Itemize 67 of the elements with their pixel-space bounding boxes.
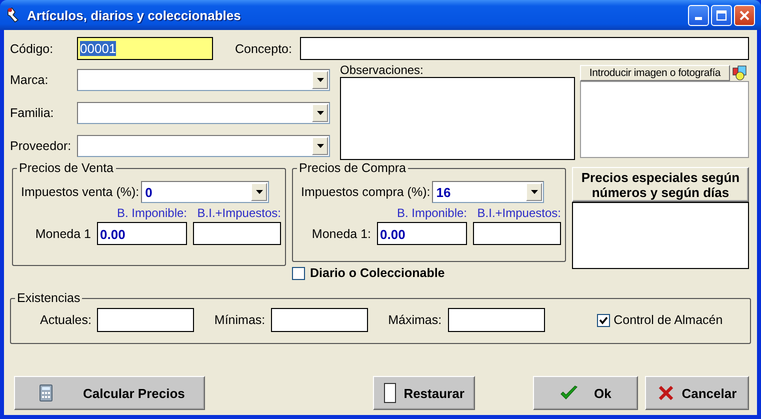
field-label: Familia: bbox=[10, 106, 55, 120]
notes-label: Observaciones: bbox=[340, 63, 424, 77]
caret-icon bbox=[530, 190, 538, 194]
minimize-button[interactable] bbox=[688, 4, 709, 26]
field-label: Máximas: bbox=[388, 313, 442, 327]
checkbox-label: Diario o Coleccionable bbox=[310, 266, 445, 280]
column-header: B.I.+Impuestos: bbox=[476, 206, 561, 220]
caret-icon bbox=[256, 190, 263, 194]
ok-button[interactable]: Ok bbox=[532, 376, 638, 410]
checkbox[interactable] bbox=[596, 314, 610, 326]
checkbox-label: Control de Almacén bbox=[614, 313, 723, 327]
column-header: B.I.+Impuestos: bbox=[196, 206, 281, 220]
currency-label: Moneda 1: bbox=[310, 226, 371, 240]
special-prices-button[interactable]: Precios especiales según números y según días bbox=[572, 167, 749, 202]
minimize-icon bbox=[695, 17, 702, 20]
tax-combo[interactable]: 16 bbox=[432, 181, 544, 203]
dropdown-button[interactable] bbox=[312, 104, 328, 122]
column-header: B. Imponible: bbox=[116, 206, 187, 220]
dropdown-button[interactable] bbox=[312, 70, 328, 88]
concept-label: Concepto: bbox=[235, 42, 293, 56]
price-field[interactable] bbox=[473, 222, 561, 245]
dropdown-button[interactable] bbox=[312, 136, 328, 154]
close-button[interactable] bbox=[734, 4, 755, 26]
combo-box[interactable] bbox=[77, 68, 330, 90]
field-label: Actuales: bbox=[40, 313, 92, 327]
maximize-button[interactable] bbox=[711, 4, 732, 26]
checkbox[interactable] bbox=[292, 266, 305, 280]
notes-field[interactable] bbox=[340, 77, 575, 160]
window-title: Artículos, diarios y coleccionables bbox=[27, 8, 241, 22]
calculator-icon bbox=[39, 384, 53, 402]
shapes-icon[interactable] bbox=[732, 65, 748, 81]
group-title: Precios de Venta bbox=[17, 161, 116, 175]
code-label: Código: bbox=[10, 42, 54, 56]
page-icon bbox=[384, 383, 396, 403]
tax-label: Impuestos compra (%): bbox=[301, 185, 430, 199]
caret-icon bbox=[316, 110, 324, 114]
add-image-button[interactable]: Introducir imagen o fotografía bbox=[580, 65, 730, 81]
field-label: Mínimas: bbox=[214, 313, 266, 327]
concept-field[interactable] bbox=[300, 37, 749, 60]
price-field[interactable] bbox=[193, 222, 281, 245]
dropdown-button[interactable] bbox=[251, 183, 268, 201]
caret-icon bbox=[316, 144, 324, 148]
calculate-button[interactable]: Calcular Precios bbox=[14, 376, 206, 410]
combo-box[interactable] bbox=[77, 102, 330, 124]
check-icon bbox=[560, 385, 578, 401]
code-field[interactable]: 00001 bbox=[77, 37, 213, 60]
combo-box[interactable] bbox=[77, 134, 330, 156]
tax-label: Impuestos venta (%): bbox=[21, 185, 140, 199]
close-icon bbox=[739, 10, 750, 20]
currency-label: Moneda 1 bbox=[34, 226, 91, 240]
field-label: Marca: bbox=[10, 72, 50, 86]
field-label: Proveedor: bbox=[10, 138, 72, 152]
restore-button[interactable]: Restaurar bbox=[373, 376, 475, 410]
maximize-icon bbox=[716, 10, 727, 20]
tax-combo[interactable]: 0 bbox=[141, 181, 270, 203]
stock-field[interactable] bbox=[448, 308, 545, 332]
stock-field[interactable] bbox=[271, 308, 368, 332]
price-field[interactable]: 0.00 bbox=[377, 222, 467, 245]
group-title: Precios de Compra bbox=[297, 161, 408, 175]
caret-icon bbox=[316, 78, 324, 82]
column-header: B. Imponible: bbox=[396, 206, 467, 220]
group-title: Existencias bbox=[15, 291, 82, 305]
cancel-button[interactable]: Cancelar bbox=[645, 376, 749, 410]
dropdown-button[interactable] bbox=[526, 183, 542, 201]
stock-field[interactable] bbox=[97, 308, 194, 332]
price-field[interactable]: 0.00 bbox=[97, 222, 187, 245]
close-icon bbox=[658, 385, 674, 401]
